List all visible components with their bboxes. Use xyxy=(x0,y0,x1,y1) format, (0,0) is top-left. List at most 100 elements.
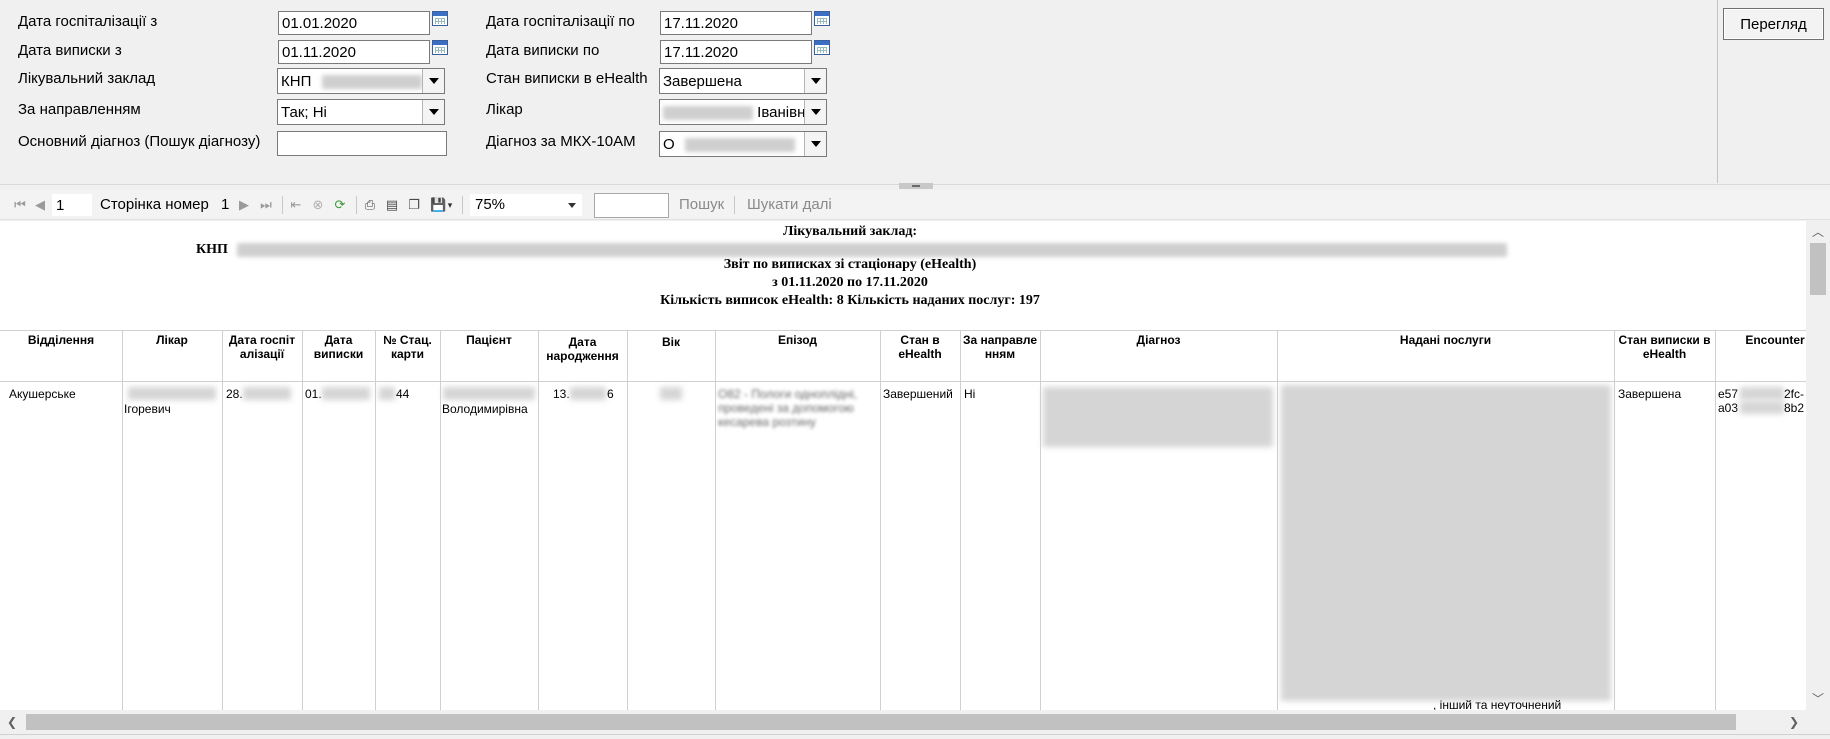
divider xyxy=(627,330,628,710)
page-number-input[interactable] xyxy=(52,194,92,216)
zoom-value: 75% xyxy=(475,196,506,213)
column-header: Пацієнт xyxy=(466,333,512,347)
redacted-text xyxy=(243,387,291,400)
cell-services-tail: , інший та неуточнений xyxy=(1433,698,1562,710)
scroll-thumb[interactable] xyxy=(26,714,1736,730)
toolbar-separator xyxy=(462,196,463,214)
divider xyxy=(1614,330,1615,710)
doctor-value: Іванівн xyxy=(757,104,806,121)
discharge-to-label: Дата виписки по xyxy=(486,42,600,59)
chevron-down-icon[interactable] xyxy=(804,100,826,124)
discharge-from-field[interactable]: 01.11.2020 xyxy=(278,40,430,64)
redacted-text xyxy=(321,75,422,90)
facility-name: КНП xyxy=(196,242,228,257)
hosp-to-field[interactable]: 17.11.2020 xyxy=(660,11,812,35)
horizontal-scrollbar[interactable]: ❮ ❯ xyxy=(0,710,1806,734)
calendar-icon[interactable] xyxy=(432,11,448,26)
page-label: Сторінка номер xyxy=(100,196,209,213)
discharge-to-field[interactable]: 17.11.2020 xyxy=(660,40,812,64)
report-period: з 01.11.2020 по 17.11.2020 xyxy=(772,275,928,290)
redacted-text xyxy=(443,387,535,400)
column-header: Дата виписки xyxy=(313,333,364,361)
hosp-from-field[interactable]: 01.01.2020 xyxy=(278,11,430,35)
facility-heading: Лікувальний заклад: xyxy=(782,224,918,239)
column-header: Діагноз xyxy=(1136,333,1181,347)
column-header: Лікар xyxy=(156,333,188,347)
ehealth-status-select[interactable]: Завершена xyxy=(659,68,827,94)
cell-encounter: e57 xyxy=(1718,387,1739,401)
cell-episode: O82 - Пологи одноплідні, проведені за до… xyxy=(718,387,858,429)
search-next-link[interactable]: Шукати далі xyxy=(747,196,832,213)
divider xyxy=(0,330,1806,331)
calendar-icon[interactable] xyxy=(432,40,448,55)
vertical-scrollbar[interactable]: ︿ ﹀ xyxy=(1806,221,1830,710)
calendar-icon[interactable] xyxy=(814,11,830,26)
scroll-left-icon[interactable]: ❮ xyxy=(2,710,22,734)
referral-label: За направленням xyxy=(18,101,141,118)
column-header: Вік xyxy=(661,335,680,349)
stop-icon[interactable]: ⊗ xyxy=(310,197,326,213)
splitter-handle[interactable] xyxy=(899,183,933,189)
calendar-icon[interactable] xyxy=(814,40,830,55)
page-setup-icon[interactable]: ❐ xyxy=(406,197,422,213)
redacted-services xyxy=(1281,385,1611,701)
print-icon[interactable]: ⎙ xyxy=(362,197,378,213)
chevron-down-icon[interactable] xyxy=(804,69,826,93)
refresh-icon[interactable]: ⟳ xyxy=(332,197,348,213)
chevron-down-icon[interactable] xyxy=(804,132,826,156)
column-header: За направленням xyxy=(962,333,1038,361)
chevron-down-icon[interactable] xyxy=(422,69,444,93)
scroll-down-icon[interactable]: ﹀ xyxy=(1806,690,1830,708)
divider xyxy=(0,381,1806,382)
redacted-diagnosis xyxy=(1043,387,1273,447)
cell-doctor: Ігоревич xyxy=(124,402,171,416)
doctor-select[interactable]: Іванівн xyxy=(659,99,827,125)
ehealth-status-value: Завершена xyxy=(663,73,742,90)
cell-encounter-line2-part: 8b2 xyxy=(1784,401,1805,415)
cell-hosp-date: 28. xyxy=(226,387,243,401)
redacted-text xyxy=(128,387,216,400)
column-header: Відділення xyxy=(27,333,95,347)
search-link[interactable]: Пошук xyxy=(679,196,724,213)
discharge-from-label: Дата виписки з xyxy=(18,42,122,59)
facility-value: КНП xyxy=(281,73,312,90)
redacted-text xyxy=(660,387,682,400)
search-input[interactable] xyxy=(594,193,669,218)
status-strip xyxy=(0,734,1830,739)
main-diagnosis-input[interactable] xyxy=(277,131,447,156)
redacted-text xyxy=(322,387,370,400)
divider xyxy=(440,330,441,710)
scroll-thumb[interactable] xyxy=(1810,243,1826,295)
print-layout-icon[interactable]: ▤ xyxy=(384,197,400,213)
divider xyxy=(222,330,223,710)
view-button[interactable]: Перегляд xyxy=(1723,8,1824,40)
export-icon[interactable]: 💾 xyxy=(430,197,446,213)
referral-select[interactable]: Так; Ні xyxy=(277,99,445,125)
cell-ehealth-state: Завершений xyxy=(883,387,953,401)
cell-birth-date-end: 6 xyxy=(607,387,614,401)
toolbar-separator xyxy=(734,196,735,214)
redacted-text xyxy=(379,387,395,400)
redacted-text xyxy=(1740,401,1784,414)
scroll-right-icon[interactable]: ❯ xyxy=(1784,710,1804,734)
page-total: 1 xyxy=(221,196,230,213)
cell-birth-date: 13. xyxy=(553,387,570,401)
back-icon[interactable]: ⇤ xyxy=(288,197,304,213)
cell-discharge-date: 01. xyxy=(305,387,322,401)
divider xyxy=(880,330,881,710)
first-page-icon[interactable]: ⏮ xyxy=(12,197,28,213)
facility-select[interactable]: КНП xyxy=(277,68,445,94)
filter-panel: Дата госпіталізації з 01.01.2020 Дата го… xyxy=(0,0,1830,185)
redacted-text xyxy=(570,387,606,400)
prev-page-icon[interactable]: ◀ xyxy=(32,197,48,213)
column-header: Епізод xyxy=(777,333,818,347)
chevron-down-icon[interactable] xyxy=(422,100,444,124)
last-page-icon[interactable]: ⏭ xyxy=(258,197,274,213)
zoom-select[interactable]: 75% xyxy=(470,194,582,216)
next-page-icon[interactable]: ▶ xyxy=(236,197,252,213)
chevron-down-icon[interactable]: ▾ xyxy=(446,197,454,213)
icd-select[interactable]: O xyxy=(659,131,827,157)
column-header: № Стац. карти xyxy=(383,333,432,361)
scroll-up-icon[interactable]: ︿ xyxy=(1806,223,1830,241)
referral-value: Так; Ні xyxy=(281,104,327,121)
